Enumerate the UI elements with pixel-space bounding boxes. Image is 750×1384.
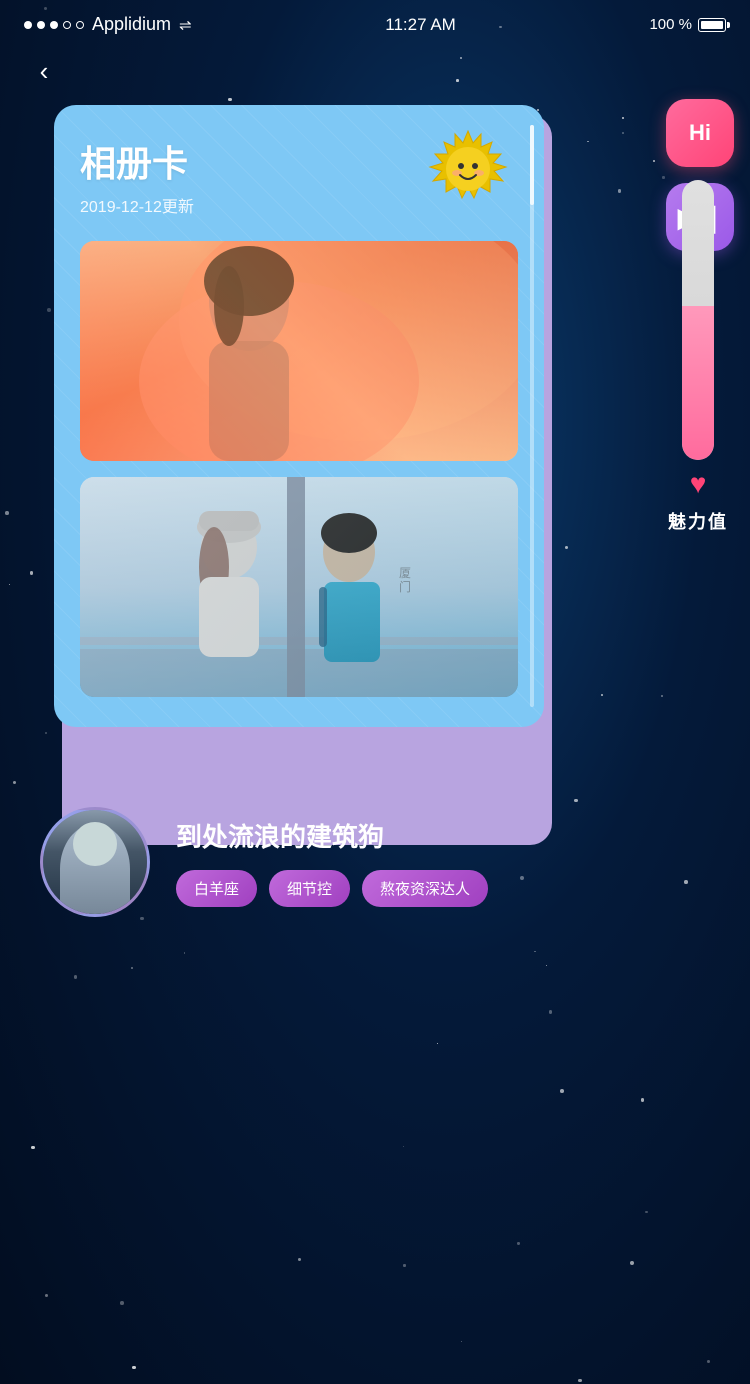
album-card[interactable]: 相册卡 2019-12-12更新: [54, 105, 544, 727]
avatar[interactable]: [40, 807, 150, 917]
meter-fill: [682, 306, 714, 460]
hi-button[interactable]: Hi: [666, 99, 734, 167]
main-content: 相册卡 2019-12-12更新: [0, 89, 750, 727]
carrier-label: Applidium: [92, 14, 171, 35]
status-left: Applidium ⇌: [24, 14, 192, 35]
status-bar: Applidium ⇌ 11:27 AM 100 %: [0, 0, 750, 43]
svg-text:厦: 厦: [399, 566, 411, 580]
card-scrollbar-thumb: [530, 125, 534, 205]
dot5: [76, 21, 84, 29]
charm-heart-icon: ♥: [690, 468, 707, 500]
photo-1: [80, 241, 518, 461]
signal-dots: [24, 21, 84, 29]
dot3: [50, 21, 58, 29]
dot1: [24, 21, 32, 29]
back-button[interactable]: ‹: [26, 53, 62, 89]
profile-tag: 熬夜资深达人: [362, 870, 488, 907]
back-chevron-icon: ‹: [40, 58, 49, 84]
profile-section: 到处流浪的建筑狗 白羊座细节控熬夜资深达人: [0, 807, 750, 917]
avatar-image: [43, 810, 147, 914]
album-card-wrapper: 相册卡 2019-12-12更新: [54, 105, 544, 727]
wifi-icon: ⇌: [179, 16, 192, 34]
battery-icon: [698, 18, 726, 32]
battery-percent: 100 %: [649, 16, 692, 33]
sun-emoji-icon: [428, 129, 508, 209]
profile-tag: 白羊座: [176, 870, 257, 907]
dot2: [37, 21, 45, 29]
profile-tag: 细节控: [269, 870, 350, 907]
photo-2: 厦 门: [80, 477, 518, 697]
card-scrollbar[interactable]: [530, 125, 534, 707]
battery-fill: [701, 21, 723, 29]
meter-track: [682, 180, 714, 460]
dot4: [63, 21, 71, 29]
svg-text:门: 门: [399, 579, 411, 594]
profile-tags: 白羊座细节控熬夜资深达人: [176, 870, 710, 907]
photo-container: 厦 门: [80, 241, 518, 697]
profile-info: 到处流浪的建筑狗 白羊座细节控熬夜资深达人: [176, 817, 710, 907]
charm-meter: ♥ 魅力值: [668, 180, 728, 534]
charm-label: 魅力值: [668, 508, 728, 534]
profile-name: 到处流浪的建筑狗: [176, 817, 710, 854]
status-right: 100 %: [649, 16, 726, 33]
status-time: 11:27 AM: [385, 15, 456, 35]
